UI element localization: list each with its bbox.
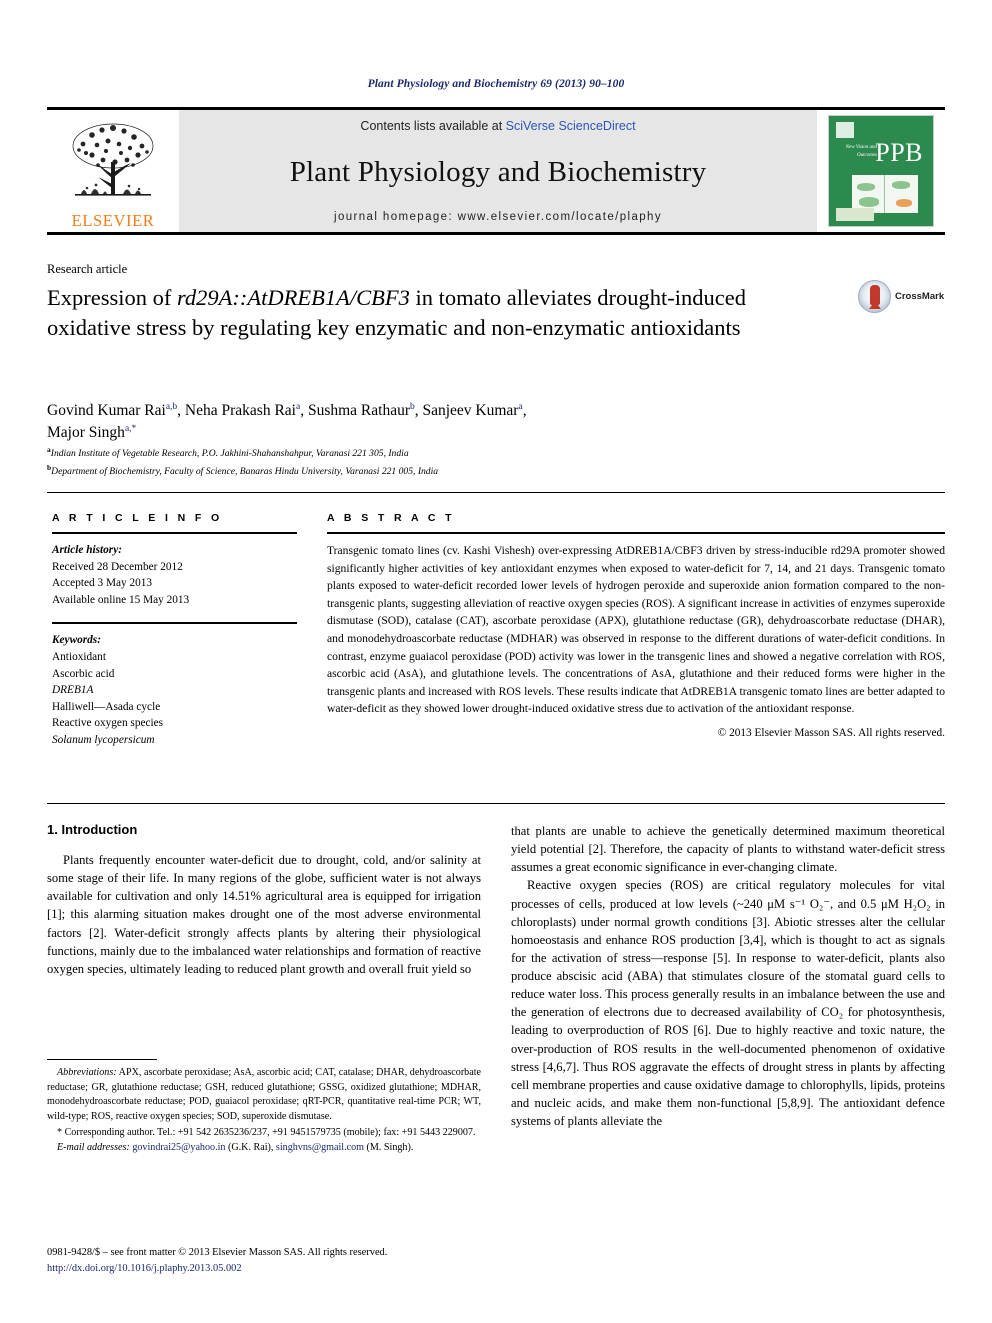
abstract-heading: A B S T R A C T — [327, 512, 455, 524]
email-label: E-mail addresses: — [57, 1142, 130, 1154]
page-footer: 0981-9428/$ – see front matter © 2013 El… — [47, 1245, 517, 1276]
abstract-rule — [327, 532, 945, 534]
keyword-5: Solanum lycopersicum — [52, 733, 155, 746]
intro-paragraph-2: Reactive oxygen species (ROS) are critic… — [511, 878, 945, 1128]
cover-tagline: New Vision and Outcomes — [845, 145, 877, 158]
footnote-corresponding-author: * Corresponding author. Tel.: +91 542 26… — [57, 1126, 476, 1138]
journal-masthead: ELSEVIER Contents lists available at Sci… — [47, 107, 945, 235]
keywords-label: Keywords: — [52, 634, 101, 647]
email-link-2[interactable]: singhvns@gmail.com — [276, 1142, 364, 1153]
title-part-1: rd29A::AtDREB1A/CBF3 — [176, 285, 410, 310]
article-info-heading: A R T I C L E I N F O — [52, 512, 223, 524]
sciencedirect-link[interactable]: SciVerse ScienceDirect — [506, 119, 636, 133]
intro-paragraph-1-continued: that plants are unable to achieve the ge… — [511, 824, 945, 875]
affiliation-b: bDepartment of Biochemistry, Faculty of … — [47, 462, 827, 480]
keyword-2: DREB1A — [52, 684, 94, 697]
keyword-4: Reactive oxygen species — [52, 717, 164, 730]
author-sep-1: , — [300, 402, 308, 419]
abstract-column: A B S T R A C T Transgenic tomato lines … — [327, 512, 945, 739]
crossmark-label: CrossMark — [895, 290, 945, 302]
email-owner-1: (G.K. Rai), — [225, 1142, 276, 1154]
info-panel-bottom-rule — [47, 803, 945, 804]
author-sep-0: , — [177, 402, 185, 419]
article-history-block: Article history: Received 28 December 20… — [52, 542, 297, 608]
keywords-block: Keywords: Antioxidant Ascorbic acid DREB… — [52, 632, 297, 748]
author-name: Major Singh — [47, 424, 125, 441]
author-2[interactable]: Sushma Rathaurb — [308, 402, 415, 419]
doi-link[interactable]: http://dx.doi.org/10.1016/j.plaphy.2013.… — [47, 1261, 517, 1277]
email-owner-2: (M. Singh). — [364, 1142, 414, 1154]
keyword-1: Ascorbic acid — [52, 667, 115, 680]
crossmark-icon — [858, 279, 891, 313]
journal-title: Plant Physiology and Biochemistry — [289, 155, 707, 188]
author-name: Govind Kumar Rai — [47, 402, 166, 419]
abstract-text: Transgenic tomato lines (cv. Kashi Vishe… — [327, 544, 945, 716]
journal-article-page: Plant Physiology and Biochemistry 69 (20… — [0, 0, 992, 1323]
author-0[interactable]: Govind Kumar Raia,b — [47, 402, 177, 419]
author-affil-marker: a,* — [124, 423, 137, 434]
article-info-rule — [52, 532, 297, 534]
contents-available-line: Contents lists available at SciVerse Sci… — [360, 119, 635, 133]
affiliation-text: Department of Biochemistry, Faculty of S… — [51, 465, 439, 477]
footnote-separator-rule — [47, 1059, 157, 1060]
keyword-0: Antioxidant — [52, 650, 106, 663]
footnote-abbreviations: Abbreviations: APX, ascorbate peroxidase… — [47, 1066, 481, 1125]
issn-copyright-line: 0981-9428/$ – see front matter © 2013 El… — [47, 1247, 388, 1258]
history-received: Received 28 December 2012 — [52, 560, 183, 573]
footnotes-block: Abbreviations: APX, ascorbate peroxidase… — [47, 1066, 481, 1157]
abstract-copyright: © 2013 Elsevier Masson SAS. All rights r… — [717, 727, 945, 740]
history-online: Available online 15 May 2013 — [52, 593, 190, 606]
article-info-column: A R T I C L E I N F O Article history: R… — [52, 512, 297, 749]
elsevier-wordmark: ELSEVIER — [71, 210, 155, 230]
elsevier-tree-icon — [72, 123, 154, 196]
contents-prefix: Contents lists available at — [360, 119, 506, 133]
cover-elsevier-mini-icon — [836, 122, 854, 138]
author-4[interactable]: Major Singha,* — [47, 424, 136, 441]
journal-cover-image: New Vision and Outcomes PPB — [828, 115, 934, 227]
article-history-label: Article history: — [52, 544, 122, 556]
affiliation-text: Indian Institute of Vegetable Research, … — [50, 448, 409, 460]
title-part-0: Expression of — [47, 285, 177, 310]
intro-paragraph-1: Plants frequently encounter water-defici… — [47, 853, 481, 976]
footnote-emails: E-mail addresses: govindrai25@yahoo.in (… — [47, 1141, 481, 1156]
cover-barcode-icon — [836, 208, 874, 221]
body-column-left: 1. Introduction Plants frequently encoun… — [47, 822, 481, 978]
affiliation-list: aIndian Institute of Vegetable Research,… — [47, 444, 827, 479]
history-accepted: Accepted 3 May 2013 — [52, 577, 153, 590]
affiliation-a: aIndian Institute of Vegetable Research,… — [47, 444, 827, 462]
author-name: Neha Prakash Rai — [184, 402, 296, 419]
author-affil-marker: a,b — [165, 401, 178, 412]
page-title: Expression of rd29A::AtDREB1A/CBF3 in to… — [47, 283, 787, 343]
cover-abbrev-label: PPB — [875, 138, 923, 167]
journal-homepage-link[interactable]: journal homepage: www.elsevier.com/locat… — [334, 211, 662, 223]
section-heading-introduction: 1. Introduction — [47, 822, 138, 837]
journal-band: Contents lists available at SciVerse Sci… — [179, 110, 817, 232]
author-name: Sushma Rathaur — [307, 402, 410, 419]
author-name: Sanjeev Kumar — [422, 402, 519, 419]
email-link-1[interactable]: govindrai25@yahoo.in — [132, 1142, 225, 1153]
author-sep-3: , — [522, 402, 527, 419]
article-type-label: Research article — [47, 262, 128, 276]
info-panel-top-rule — [47, 492, 945, 493]
keywords-rule — [52, 622, 297, 625]
elsevier-logo: ELSEVIER — [47, 110, 179, 232]
journal-cover-wrap: New Vision and Outcomes PPB — [817, 110, 945, 232]
author-3[interactable]: Sanjeev Kumara — [422, 402, 522, 419]
body-column-right: that plants are unable to achieve the ge… — [511, 822, 945, 1130]
running-head: Plant Physiology and Biochemistry 69 (20… — [367, 78, 625, 90]
author-1[interactable]: Neha Prakash Raia — [185, 402, 300, 419]
crossmark-badge[interactable]: CrossMark — [858, 278, 946, 314]
author-list: Govind Kumar Raia,b, Neha Prakash Raia, … — [47, 400, 827, 444]
abbreviations-label: Abbreviations: — [57, 1067, 117, 1078]
keyword-3: Halliwell—Asada cycle — [52, 700, 161, 713]
